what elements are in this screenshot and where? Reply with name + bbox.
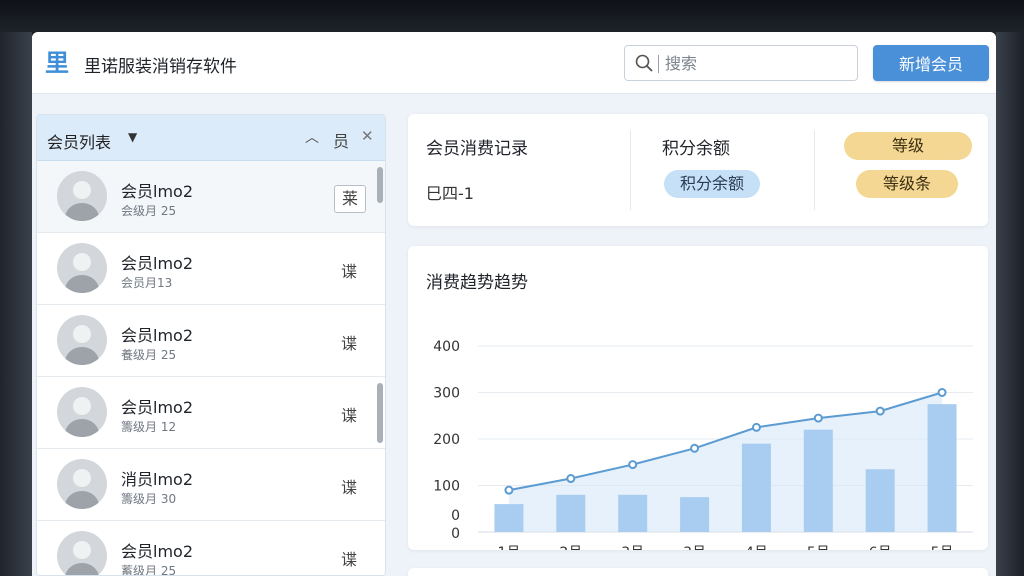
avatar <box>57 243 107 293</box>
member-subtitle: 籌级月 12 <box>121 420 177 434</box>
close-icon[interactable]: ✕ <box>361 127 374 145</box>
member-tag-button[interactable]: 莱 <box>334 185 366 213</box>
y-tick-label: 200 <box>433 432 460 448</box>
avatar <box>57 387 107 437</box>
member-sidebar: 会员列表 ▼ ︿ 员 ✕ 会员lmo2 会级月 25 莱 会员lmo2 会员月1… <box>36 114 386 576</box>
sidebar-title[interactable]: 会员列表 <box>47 129 111 153</box>
scrollbar-thumb[interactable] <box>377 167 383 203</box>
search-separator <box>658 55 659 73</box>
add-member-button[interactable]: 新增会员 <box>873 45 989 81</box>
y-tick-label: 400 <box>433 339 460 355</box>
line-point <box>875 406 885 416</box>
member-name: 消员lmo2 <box>121 470 194 489</box>
member-list-item[interactable]: 会员lmo2 蓄级月 25 谍 <box>37 521 385 576</box>
member-name: 会员lmo2 <box>121 542 194 561</box>
records-value: 巳四-1 <box>426 184 474 203</box>
y-tick-label: 300 <box>433 386 460 402</box>
member-name: 会员lmo2 <box>121 326 194 345</box>
bar <box>494 504 524 532</box>
member-list-item[interactable]: 会员lmo2 会级月 25 莱 <box>37 161 385 233</box>
x-tick-label: 5月 <box>807 545 830 550</box>
member-tag[interactable]: 谍 <box>341 474 357 498</box>
bar <box>556 494 586 532</box>
app-window: 里 里诺服装消销存软件 新增会员 会员列表 ▼ ︿ 员 ✕ 会员lmo2 会级月… <box>32 32 996 576</box>
summary-card: 会员消费记录 巳四-1 积分余额 积分余额 等级 等级条 <box>408 114 988 226</box>
y-tick-label: 0 <box>451 508 460 524</box>
bar <box>680 497 710 532</box>
scrollbar-thumb[interactable] <box>377 383 383 443</box>
trend-chart: 400 300 200 100 0 0 1月 2月 3月 3月 4月 5月 6月 5月 <box>433 339 973 550</box>
x-tick-label: 4月 <box>745 545 768 550</box>
member-subtitle: 籌级月 30 <box>121 492 177 506</box>
background-left <box>0 32 32 576</box>
member-list-item[interactable]: 会员lmo2 養级月 25 谍 <box>37 305 385 377</box>
member-name: 会员lmo2 <box>121 182 194 201</box>
member-list-item[interactable]: 会员lmo2 会员月13 谍 <box>37 233 385 305</box>
bar <box>803 429 833 532</box>
level-badge[interactable]: 等级 <box>844 132 972 160</box>
x-tick-label: 3月 <box>621 545 644 550</box>
level-bar-badge[interactable]: 等级条 <box>856 170 958 198</box>
x-tick-label: 3月 <box>683 545 706 550</box>
member-tag[interactable]: 谍 <box>341 402 357 426</box>
divider <box>630 130 631 210</box>
line-point <box>566 474 576 484</box>
member-tag[interactable]: 谍 <box>341 330 357 354</box>
member-list-item[interactable]: 消员lmo2 籌级月 30 谍 <box>37 449 385 521</box>
member-name: 会员lmo2 <box>121 254 194 273</box>
avatar <box>57 531 107 575</box>
search-input[interactable] <box>665 50 851 76</box>
records-title: 会员消费记录 <box>426 139 528 159</box>
line-point <box>628 460 638 470</box>
bottom-card <box>408 568 988 576</box>
bar <box>741 443 771 532</box>
app-header: 里 里诺服装消销存软件 新增会员 <box>32 32 996 94</box>
x-tick-label: 1月 <box>497 545 520 550</box>
member-tag[interactable]: 谍 <box>341 258 357 282</box>
member-name: 会员lmo2 <box>121 398 194 417</box>
line-point <box>813 413 823 423</box>
member-tag[interactable]: 谍 <box>341 546 357 570</box>
line-point <box>690 443 700 453</box>
bar <box>865 469 895 532</box>
points-badge[interactable]: 积分余额 <box>664 170 760 198</box>
divider <box>814 130 815 210</box>
avatar <box>57 171 107 221</box>
app-logo-icon: 里 <box>45 49 69 77</box>
member-subtitle: 会级月 25 <box>121 204 177 218</box>
x-tick-label: 5月 <box>931 545 954 550</box>
member-list-item[interactable]: 会员lmo2 籌级月 12 谍 <box>37 377 385 449</box>
y-tick-label: 100 <box>433 479 460 495</box>
bar <box>927 404 957 532</box>
member-subtitle: 蓄级月 25 <box>121 564 177 576</box>
background-right <box>996 32 1024 576</box>
chart-card: 消费趋势趋势 400300200100001月2月3月3月4月5月6月5月 <box>408 246 988 550</box>
line-point <box>937 388 947 397</box>
search-icon[interactable] <box>635 54 653 72</box>
chevron-down-icon[interactable]: ▼ <box>128 130 137 144</box>
line-point <box>751 422 761 432</box>
x-tick-label: 2月 <box>559 545 582 550</box>
bar <box>618 494 648 532</box>
app-title: 里诺服装消销存软件 <box>84 57 237 77</box>
search-box[interactable] <box>624 45 858 81</box>
member-subtitle: 養级月 25 <box>121 348 177 362</box>
y-tick-label: 0 <box>451 526 460 542</box>
sidebar-header: 会员列表 ▼ ︿ 员 ✕ <box>37 115 385 161</box>
monitor-bezel <box>0 0 1024 32</box>
member-list: 会员lmo2 会级月 25 莱 会员lmo2 会员月13 谍 会员lmo2 養级… <box>37 161 385 576</box>
avatar <box>57 315 107 365</box>
x-tick-label: 6月 <box>869 545 892 550</box>
points-title: 积分余额 <box>662 139 730 159</box>
chevron-up-icon[interactable]: ︿ <box>305 127 319 147</box>
member-subtitle: 会员月13 <box>121 276 173 290</box>
avatar <box>57 459 107 509</box>
line-point <box>504 485 514 495</box>
sidebar-member-label[interactable]: 员 <box>333 128 349 152</box>
